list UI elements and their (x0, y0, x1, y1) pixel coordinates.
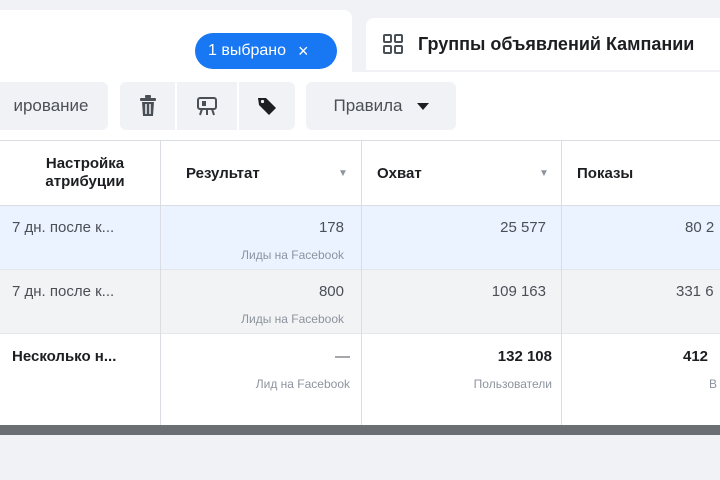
trash-icon (139, 95, 156, 116)
result-cell: — (335, 348, 350, 365)
ad-groups-icon (383, 34, 403, 54)
impressions-cell: 80 2 (685, 219, 715, 236)
reach-cell: 25 577 (500, 219, 546, 236)
tab-ad-groups-label: Группы объявлений Кампании (418, 33, 695, 54)
selection-pill[interactable]: 1 выбрано × (195, 33, 337, 69)
selection-pill-label: 1 выбрано (208, 42, 287, 59)
ab-test-icon (197, 97, 217, 116)
reach-cell: 132 108 (497, 348, 552, 365)
horizontal-scrollbar[interactable] (0, 425, 720, 435)
attribution-cell: 7 дн. после к... (12, 219, 115, 236)
header-attribution-line2: атрибуции (45, 173, 125, 190)
tab-ad-groups[interactable]: Группы объявлений Кампании (366, 18, 720, 70)
impressions-cell: 412 (683, 348, 709, 365)
table-header: Настройка атрибуции Результат ▼ Охват ▼ … (0, 140, 720, 206)
header-attribution[interactable]: Настройка атрибуции (10, 141, 160, 205)
header-reach-label: Охват (377, 164, 422, 182)
close-icon[interactable]: × (298, 42, 309, 60)
ab-test-button[interactable] (177, 82, 237, 130)
reach-cell: 109 163 (491, 283, 546, 300)
tag-icon (258, 98, 276, 115)
delete-button[interactable] (120, 82, 175, 130)
rules-dropdown[interactable]: Правила (306, 82, 456, 130)
result-subtext: Лиды на Facebook (241, 312, 344, 326)
result-cell: 178 (318, 219, 344, 236)
tab-ads-active[interactable]: 1 выбрано × (0, 10, 352, 72)
tab-strip: 1 выбрано × Группы объявлений Кампании (0, 0, 720, 72)
column-divider (361, 140, 362, 425)
header-result-label: Результат (186, 164, 260, 182)
ads-table: 7 дн. после к... 178 Лиды на Facebook 25… (0, 140, 720, 425)
header-impressions[interactable]: Показы (577, 141, 720, 205)
result-cell: 800 (318, 283, 344, 300)
sort-icon[interactable]: ▼ (539, 168, 549, 179)
toolbar: ирование Правила (0, 72, 720, 140)
table-row-total: Несколько н... — Лид на Facebook 132 108… (0, 334, 720, 425)
sort-icon[interactable]: ▼ (338, 168, 348, 179)
impressions-subtext: В (709, 377, 718, 391)
result-subtext: Лид на Facebook (255, 377, 350, 391)
header-result[interactable]: Результат ▼ (186, 141, 356, 205)
rules-dropdown-label: Правила (333, 96, 403, 115)
duplicate-button-label: ирование (13, 96, 89, 115)
table-row[interactable]: 7 дн. после к... 800 Лиды на Facebook 10… (0, 270, 720, 334)
table-row[interactable]: 7 дн. после к... 178 Лиды на Facebook 25… (0, 206, 720, 270)
header-reach[interactable]: Охват ▼ (377, 141, 557, 205)
reach-subtext: Пользователи (473, 377, 552, 391)
tag-button[interactable] (239, 82, 295, 130)
duplicate-button[interactable]: ирование (0, 82, 108, 130)
attribution-cell: Несколько н... (12, 348, 117, 365)
caret-down-icon (416, 102, 429, 110)
column-divider (160, 140, 161, 425)
impressions-cell: 331 6 (676, 283, 714, 300)
header-impressions-label: Показы (577, 164, 634, 182)
header-attribution-line1: Настройка (45, 155, 125, 172)
result-subtext: Лиды на Facebook (241, 248, 344, 262)
column-divider (561, 140, 562, 425)
attribution-cell: 7 дн. после к... (12, 283, 115, 300)
